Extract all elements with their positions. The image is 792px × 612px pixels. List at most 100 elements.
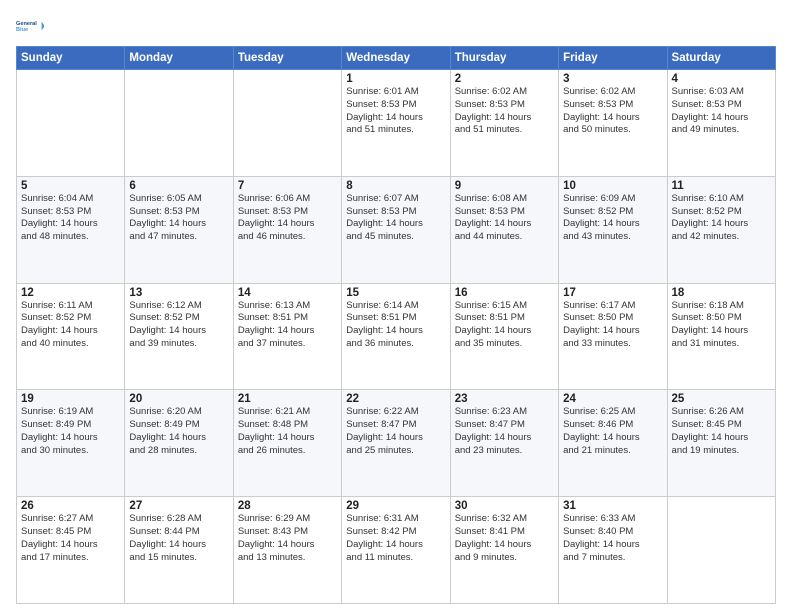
calendar-cell: 15Sunrise: 6:14 AM Sunset: 8:51 PM Dayli… [342,283,450,390]
calendar-cell: 5Sunrise: 6:04 AM Sunset: 8:53 PM Daylig… [17,176,125,283]
day-number: 17 [563,287,662,299]
day-info: Sunrise: 6:07 AM Sunset: 8:53 PM Dayligh… [346,193,445,244]
day-info: Sunrise: 6:02 AM Sunset: 8:53 PM Dayligh… [563,86,662,137]
calendar-cell: 11Sunrise: 6:10 AM Sunset: 8:52 PM Dayli… [667,176,775,283]
day-info: Sunrise: 6:02 AM Sunset: 8:53 PM Dayligh… [455,86,554,137]
day-info: Sunrise: 6:13 AM Sunset: 8:51 PM Dayligh… [238,300,337,351]
day-info: Sunrise: 6:14 AM Sunset: 8:51 PM Dayligh… [346,300,445,351]
day-number: 12 [21,287,120,299]
day-number: 6 [129,180,228,192]
day-info: Sunrise: 6:23 AM Sunset: 8:47 PM Dayligh… [455,406,554,457]
day-number: 1 [346,73,445,85]
day-info: Sunrise: 6:19 AM Sunset: 8:49 PM Dayligh… [21,406,120,457]
calendar-cell [667,497,775,604]
day-number: 24 [563,393,662,405]
calendar-cell: 23Sunrise: 6:23 AM Sunset: 8:47 PM Dayli… [450,390,558,497]
calendar-cell: 30Sunrise: 6:32 AM Sunset: 8:41 PM Dayli… [450,497,558,604]
day-info: Sunrise: 6:15 AM Sunset: 8:51 PM Dayligh… [455,300,554,351]
day-info: Sunrise: 6:12 AM Sunset: 8:52 PM Dayligh… [129,300,228,351]
calendar: SundayMondayTuesdayWednesdayThursdayFrid… [16,46,776,604]
day-number: 25 [672,393,771,405]
col-header-monday: Monday [125,47,233,70]
day-info: Sunrise: 6:10 AM Sunset: 8:52 PM Dayligh… [672,193,771,244]
day-number: 9 [455,180,554,192]
day-number: 13 [129,287,228,299]
week-row-0: 1Sunrise: 6:01 AM Sunset: 8:53 PM Daylig… [17,70,776,177]
day-number: 26 [21,500,120,512]
day-number: 31 [563,500,662,512]
day-number: 28 [238,500,337,512]
day-number: 15 [346,287,445,299]
day-number: 21 [238,393,337,405]
day-number: 2 [455,73,554,85]
day-info: Sunrise: 6:09 AM Sunset: 8:52 PM Dayligh… [563,193,662,244]
calendar-cell: 24Sunrise: 6:25 AM Sunset: 8:46 PM Dayli… [559,390,667,497]
day-info: Sunrise: 6:25 AM Sunset: 8:46 PM Dayligh… [563,406,662,457]
day-number: 20 [129,393,228,405]
day-info: Sunrise: 6:01 AM Sunset: 8:53 PM Dayligh… [346,86,445,137]
day-info: Sunrise: 6:29 AM Sunset: 8:43 PM Dayligh… [238,513,337,564]
day-info: Sunrise: 6:17 AM Sunset: 8:50 PM Dayligh… [563,300,662,351]
calendar-cell: 18Sunrise: 6:18 AM Sunset: 8:50 PM Dayli… [667,283,775,390]
calendar-cell: 14Sunrise: 6:13 AM Sunset: 8:51 PM Dayli… [233,283,341,390]
day-number: 27 [129,500,228,512]
week-row-4: 26Sunrise: 6:27 AM Sunset: 8:45 PM Dayli… [17,497,776,604]
day-number: 23 [455,393,554,405]
calendar-cell: 8Sunrise: 6:07 AM Sunset: 8:53 PM Daylig… [342,176,450,283]
calendar-cell: 20Sunrise: 6:20 AM Sunset: 8:49 PM Dayli… [125,390,233,497]
day-info: Sunrise: 6:27 AM Sunset: 8:45 PM Dayligh… [21,513,120,564]
calendar-cell: 6Sunrise: 6:05 AM Sunset: 8:53 PM Daylig… [125,176,233,283]
calendar-cell: 7Sunrise: 6:06 AM Sunset: 8:53 PM Daylig… [233,176,341,283]
day-number: 10 [563,180,662,192]
calendar-cell: 28Sunrise: 6:29 AM Sunset: 8:43 PM Dayli… [233,497,341,604]
day-number: 18 [672,287,771,299]
day-number: 22 [346,393,445,405]
day-number: 19 [21,393,120,405]
day-info: Sunrise: 6:08 AM Sunset: 8:53 PM Dayligh… [455,193,554,244]
calendar-cell: 27Sunrise: 6:28 AM Sunset: 8:44 PM Dayli… [125,497,233,604]
day-number: 4 [672,73,771,85]
day-info: Sunrise: 6:03 AM Sunset: 8:53 PM Dayligh… [672,86,771,137]
day-info: Sunrise: 6:20 AM Sunset: 8:49 PM Dayligh… [129,406,228,457]
day-info: Sunrise: 6:28 AM Sunset: 8:44 PM Dayligh… [129,513,228,564]
calendar-cell: 19Sunrise: 6:19 AM Sunset: 8:49 PM Dayli… [17,390,125,497]
col-header-thursday: Thursday [450,47,558,70]
day-info: Sunrise: 6:33 AM Sunset: 8:40 PM Dayligh… [563,513,662,564]
logo-icon: General Blue [16,12,44,40]
day-info: Sunrise: 6:31 AM Sunset: 8:42 PM Dayligh… [346,513,445,564]
calendar-cell: 22Sunrise: 6:22 AM Sunset: 8:47 PM Dayli… [342,390,450,497]
calendar-cell [125,70,233,177]
calendar-cell: 21Sunrise: 6:21 AM Sunset: 8:48 PM Dayli… [233,390,341,497]
week-row-2: 12Sunrise: 6:11 AM Sunset: 8:52 PM Dayli… [17,283,776,390]
week-row-1: 5Sunrise: 6:04 AM Sunset: 8:53 PM Daylig… [17,176,776,283]
calendar-cell: 12Sunrise: 6:11 AM Sunset: 8:52 PM Dayli… [17,283,125,390]
calendar-cell: 31Sunrise: 6:33 AM Sunset: 8:40 PM Dayli… [559,497,667,604]
col-header-saturday: Saturday [667,47,775,70]
day-number: 11 [672,180,771,192]
calendar-cell: 3Sunrise: 6:02 AM Sunset: 8:53 PM Daylig… [559,70,667,177]
day-number: 16 [455,287,554,299]
col-header-friday: Friday [559,47,667,70]
day-info: Sunrise: 6:05 AM Sunset: 8:53 PM Dayligh… [129,193,228,244]
day-number: 3 [563,73,662,85]
col-header-tuesday: Tuesday [233,47,341,70]
day-info: Sunrise: 6:11 AM Sunset: 8:52 PM Dayligh… [21,300,120,351]
day-number: 5 [21,180,120,192]
day-number: 14 [238,287,337,299]
col-header-sunday: Sunday [17,47,125,70]
calendar-header-row: SundayMondayTuesdayWednesdayThursdayFrid… [17,47,776,70]
svg-text:Blue: Blue [16,27,28,33]
calendar-cell: 1Sunrise: 6:01 AM Sunset: 8:53 PM Daylig… [342,70,450,177]
calendar-cell: 17Sunrise: 6:17 AM Sunset: 8:50 PM Dayli… [559,283,667,390]
calendar-cell: 25Sunrise: 6:26 AM Sunset: 8:45 PM Dayli… [667,390,775,497]
day-info: Sunrise: 6:26 AM Sunset: 8:45 PM Dayligh… [672,406,771,457]
day-info: Sunrise: 6:04 AM Sunset: 8:53 PM Dayligh… [21,193,120,244]
day-info: Sunrise: 6:21 AM Sunset: 8:48 PM Dayligh… [238,406,337,457]
day-number: 29 [346,500,445,512]
calendar-cell: 29Sunrise: 6:31 AM Sunset: 8:42 PM Dayli… [342,497,450,604]
calendar-cell: 16Sunrise: 6:15 AM Sunset: 8:51 PM Dayli… [450,283,558,390]
calendar-cell: 10Sunrise: 6:09 AM Sunset: 8:52 PM Dayli… [559,176,667,283]
calendar-cell [17,70,125,177]
day-info: Sunrise: 6:22 AM Sunset: 8:47 PM Dayligh… [346,406,445,457]
calendar-cell: 13Sunrise: 6:12 AM Sunset: 8:52 PM Dayli… [125,283,233,390]
